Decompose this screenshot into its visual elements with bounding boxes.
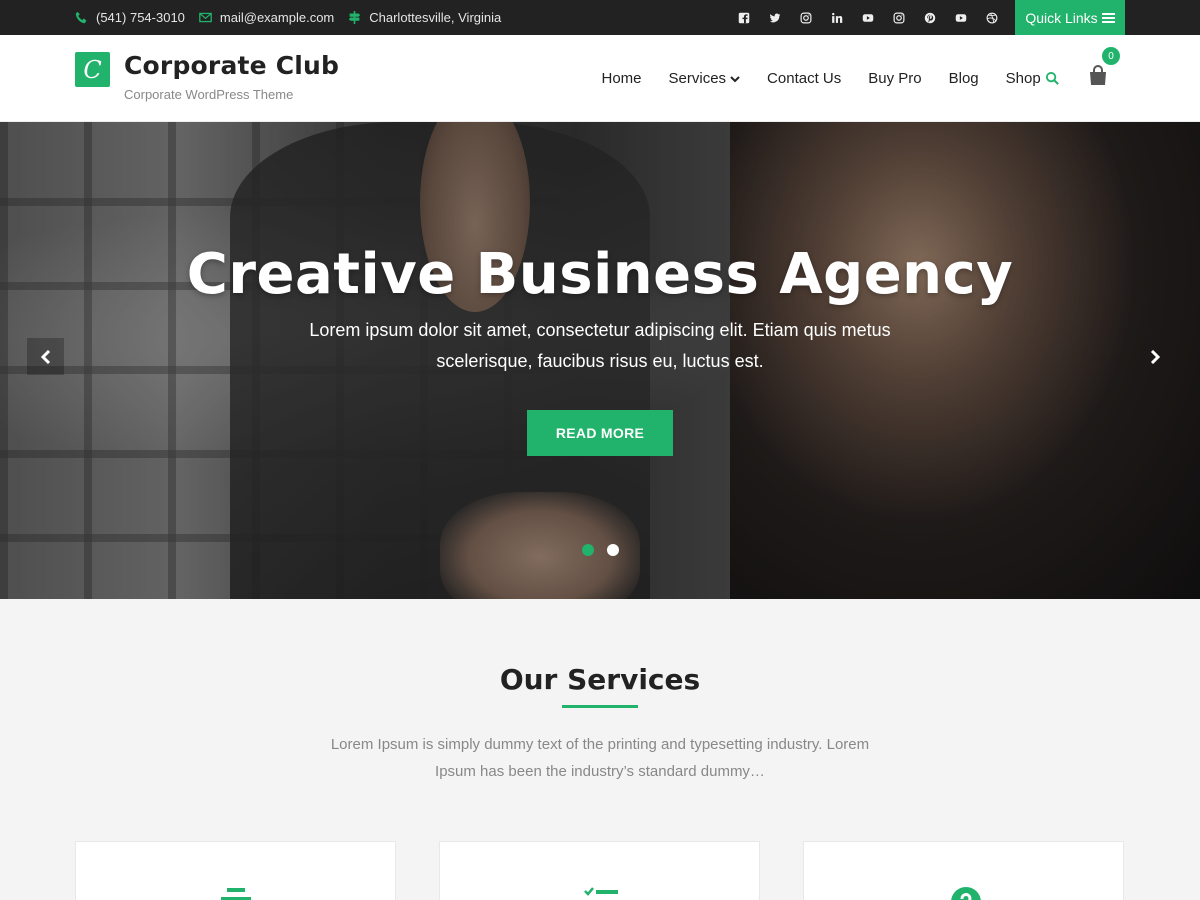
nav-label: Contact Us (767, 70, 842, 87)
nav-item-home[interactable]: Home (588, 70, 655, 87)
services-description: Lorem Ipsum is simply dummy text of the … (330, 736, 870, 780)
top-bar: (541) 754-3010 mail@example.com Charlott… (0, 0, 1200, 35)
quick-links-button[interactable]: Quick Links (1015, 0, 1125, 35)
instagram-icon[interactable] (790, 0, 821, 35)
cart-count-badge: 0 (1102, 47, 1120, 65)
instagram-icon[interactable] (883, 0, 914, 35)
service-card[interactable] (803, 841, 1124, 900)
question-circle-icon (951, 887, 981, 900)
services-title: Our Services (499, 663, 701, 696)
slider-next-button[interactable] (1136, 338, 1173, 375)
main-navigation: Home Services Contact Us Buy Pro Blog Sh… (588, 35, 1054, 122)
nav-label: Shop (1005, 70, 1041, 87)
chevron-right-icon (1150, 349, 1160, 364)
contact-info: (541) 754-3010 mail@example.com Charlott… (75, 0, 501, 35)
chevron-down-icon (730, 75, 740, 82)
site-description: Corporate WordPress Theme (124, 87, 294, 102)
title-underline (562, 705, 638, 708)
phone-contact[interactable]: (541) 754-3010 (75, 10, 185, 25)
twitter-icon[interactable] (759, 0, 790, 35)
nav-label: Services (668, 70, 727, 87)
nav-item-buy-pro[interactable]: Buy Pro (855, 70, 935, 87)
social-links (728, 0, 1007, 35)
phone-icon (75, 11, 87, 24)
linkedin-icon[interactable] (821, 0, 852, 35)
logo-letter: C (83, 55, 102, 84)
location-text: Charlottesville, Virginia (369, 10, 502, 25)
dribbble-icon[interactable] (976, 0, 1007, 35)
site-title[interactable]: Corporate Club (124, 51, 339, 80)
phone-number[interactable]: (541) 754-3010 (96, 10, 185, 25)
slider-dot[interactable] (607, 544, 619, 556)
signpost-icon (349, 11, 361, 24)
chevron-left-icon (40, 349, 50, 364)
email-address[interactable]: mail@example.com (220, 10, 334, 25)
email-contact[interactable]: mail@example.com (199, 10, 334, 25)
hero-title: Creative Business Agency (186, 242, 1014, 307)
nav-item-contact-us[interactable]: Contact Us (754, 70, 855, 87)
slider-prev-button[interactable] (27, 338, 64, 375)
hero-subtitle: Lorem ipsum dolor sit amet, consectetur … (309, 320, 891, 371)
pinterest-icon[interactable] (914, 0, 945, 35)
slider-dot-active[interactable] (582, 544, 594, 556)
nav-label: Home (601, 70, 642, 87)
hamburger-icon (1101, 12, 1115, 23)
checklist-icon (584, 887, 618, 896)
shopping-bag-icon[interactable] (1087, 64, 1109, 86)
youtube-icon[interactable] (945, 0, 976, 35)
hero-slider: Creative Business Agency Lorem ipsum dol… (0, 122, 1200, 599)
facebook-icon[interactable] (728, 0, 759, 35)
service-card[interactable] (439, 841, 760, 900)
service-card[interactable] (75, 841, 396, 900)
list-icon (221, 888, 251, 900)
youtube-icon[interactable] (852, 0, 883, 35)
nav-label: Blog (948, 70, 979, 87)
site-logo[interactable]: C (75, 52, 110, 87)
search-icon[interactable] (1045, 71, 1060, 86)
nav-item-blog[interactable]: Blog (935, 70, 992, 87)
nav-label: Buy Pro (868, 70, 922, 87)
location-contact: Charlottesville, Virginia (348, 10, 501, 25)
nav-item-services[interactable]: Services (655, 70, 754, 87)
site-header: C Corporate Club Corporate WordPress The… (0, 35, 1200, 122)
quick-links-label: Quick Links (1025, 9, 1098, 26)
envelope-icon (199, 12, 212, 23)
read-more-button[interactable]: READ MORE (527, 410, 673, 456)
